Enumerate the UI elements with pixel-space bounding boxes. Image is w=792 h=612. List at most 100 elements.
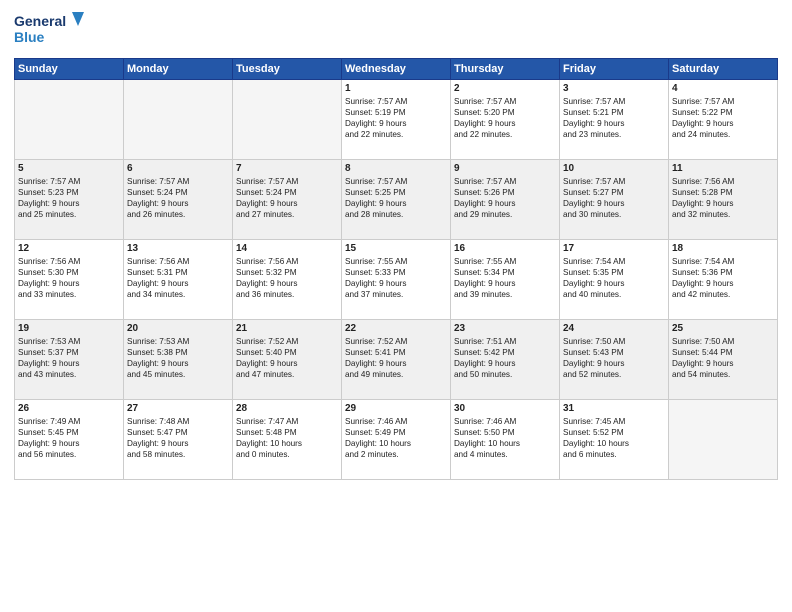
day-info: Sunrise: 7:47 AM Sunset: 5:48 PM Dayligh… <box>236 416 338 460</box>
day-info: Sunrise: 7:57 AM Sunset: 5:24 PM Dayligh… <box>236 176 338 220</box>
calendar-cell <box>669 400 778 480</box>
day-info: Sunrise: 7:55 AM Sunset: 5:34 PM Dayligh… <box>454 256 556 300</box>
day-info: Sunrise: 7:53 AM Sunset: 5:38 PM Dayligh… <box>127 336 229 380</box>
calendar-cell: 31 Sunrise: 7:45 AM Sunset: 5:52 PM Dayli… <box>560 400 669 480</box>
day-info: Sunrise: 7:50 AM Sunset: 5:43 PM Dayligh… <box>563 336 665 380</box>
day-info: Sunrise: 7:52 AM Sunset: 5:41 PM Dayligh… <box>345 336 447 380</box>
day-info: Sunrise: 7:56 AM Sunset: 5:30 PM Dayligh… <box>18 256 120 300</box>
day-number: 31 <box>563 403 665 414</box>
day-number: 10 <box>563 163 665 174</box>
day-number: 7 <box>236 163 338 174</box>
day-number: 16 <box>454 243 556 254</box>
week-row-4: 19 Sunrise: 7:53 AM Sunset: 5:37 PM Dayli… <box>15 320 778 400</box>
day-number: 12 <box>18 243 120 254</box>
calendar-cell: 23Sunrise: 7:51 AM Sunset: 5:42 PM Dayli… <box>451 320 560 400</box>
day-number: 4 <box>672 83 774 94</box>
weekday-header-friday: Friday <box>560 59 669 80</box>
day-number: 26 <box>18 403 120 414</box>
calendar-cell: 18 Sunrise: 7:54 AM Sunset: 5:36 PM Dayli… <box>669 240 778 320</box>
calendar-cell: 7 Sunrise: 7:57 AM Sunset: 5:24 PM Daylig… <box>233 160 342 240</box>
calendar-cell: 1 Sunrise: 7:57 AM Sunset: 5:19 PM Daylig… <box>342 80 451 160</box>
day-number: 2 <box>454 83 556 94</box>
day-number: 5 <box>18 163 120 174</box>
day-info: Sunrise: 7:53 AM Sunset: 5:37 PM Dayligh… <box>18 336 120 380</box>
calendar-cell: 25Sunrise: 7:50 AM Sunset: 5:44 PM Dayli… <box>669 320 778 400</box>
calendar-cell: 3 Sunrise: 7:57 AM Sunset: 5:21 PM Daylig… <box>560 80 669 160</box>
weekday-header-sunday: Sunday <box>15 59 124 80</box>
day-info: Sunrise: 7:56 AM Sunset: 5:32 PM Dayligh… <box>236 256 338 300</box>
day-number: 22 <box>345 323 447 334</box>
day-info: Sunrise: 7:57 AM Sunset: 5:21 PM Dayligh… <box>563 96 665 140</box>
week-row-3: 12 Sunrise: 7:56 AM Sunset: 5:30 PM Dayli… <box>15 240 778 320</box>
week-row-2: 5 Sunrise: 7:57 AM Sunset: 5:23 PM Daylig… <box>15 160 778 240</box>
day-info: Sunrise: 7:57 AM Sunset: 5:27 PM Dayligh… <box>563 176 665 220</box>
day-info: Sunrise: 7:46 AM Sunset: 5:49 PM Dayligh… <box>345 416 447 460</box>
weekday-header-monday: Monday <box>124 59 233 80</box>
day-info: Sunrise: 7:48 AM Sunset: 5:47 PM Dayligh… <box>127 416 229 460</box>
calendar-cell: 29Sunrise: 7:46 AM Sunset: 5:49 PM Dayli… <box>342 400 451 480</box>
day-number: 11 <box>672 163 774 174</box>
calendar-cell: 22 Sunrise: 7:52 AM Sunset: 5:41 PM Dayli… <box>342 320 451 400</box>
day-info: Sunrise: 7:57 AM Sunset: 5:26 PM Dayligh… <box>454 176 556 220</box>
day-number: 8 <box>345 163 447 174</box>
day-info: Sunrise: 7:54 AM Sunset: 5:35 PM Dayligh… <box>563 256 665 300</box>
day-number: 19 <box>18 323 120 334</box>
calendar-cell <box>15 80 124 160</box>
calendar-cell <box>233 80 342 160</box>
logo-svg: General Blue <box>14 10 84 50</box>
calendar-cell: 16 Sunrise: 7:55 AM Sunset: 5:34 PM Dayli… <box>451 240 560 320</box>
calendar-cell: 4 Sunrise: 7:57 AM Sunset: 5:22 PM Daylig… <box>669 80 778 160</box>
weekday-header-saturday: Saturday <box>669 59 778 80</box>
calendar-cell: 26 Sunrise: 7:49 AM Sunset: 5:45 PM Dayli… <box>15 400 124 480</box>
page: General Blue SundayMondayTuesdayWednesda… <box>0 0 792 612</box>
calendar-cell: 5 Sunrise: 7:57 AM Sunset: 5:23 PM Daylig… <box>15 160 124 240</box>
day-number: 20 <box>127 323 229 334</box>
day-number: 1 <box>345 83 447 94</box>
calendar-cell: 28 Sunrise: 7:47 AM Sunset: 5:48 PM Dayli… <box>233 400 342 480</box>
day-number: 6 <box>127 163 229 174</box>
day-info: Sunrise: 7:57 AM Sunset: 5:23 PM Dayligh… <box>18 176 120 220</box>
day-number: 15 <box>345 243 447 254</box>
day-info: Sunrise: 7:56 AM Sunset: 5:28 PM Dayligh… <box>672 176 774 220</box>
day-info: Sunrise: 7:57 AM Sunset: 5:22 PM Dayligh… <box>672 96 774 140</box>
calendar-cell: 13Sunrise: 7:56 AM Sunset: 5:31 PM Dayli… <box>124 240 233 320</box>
calendar-cell: 14Sunrise: 7:56 AM Sunset: 5:32 PM Dayli… <box>233 240 342 320</box>
day-info: Sunrise: 7:57 AM Sunset: 5:20 PM Dayligh… <box>454 96 556 140</box>
day-number: 3 <box>563 83 665 94</box>
day-info: Sunrise: 7:45 AM Sunset: 5:52 PM Dayligh… <box>563 416 665 460</box>
day-info: Sunrise: 7:57 AM Sunset: 5:24 PM Dayligh… <box>127 176 229 220</box>
day-info: Sunrise: 7:46 AM Sunset: 5:50 PM Dayligh… <box>454 416 556 460</box>
day-info: Sunrise: 7:51 AM Sunset: 5:42 PM Dayligh… <box>454 336 556 380</box>
day-info: Sunrise: 7:49 AM Sunset: 5:45 PM Dayligh… <box>18 416 120 460</box>
svg-text:Blue: Blue <box>14 29 45 45</box>
calendar-cell: 30 Sunrise: 7:46 AM Sunset: 5:50 PM Dayli… <box>451 400 560 480</box>
calendar-cell: 15 Sunrise: 7:55 AM Sunset: 5:33 PM Dayli… <box>342 240 451 320</box>
day-number: 28 <box>236 403 338 414</box>
day-info: Sunrise: 7:54 AM Sunset: 5:36 PM Dayligh… <box>672 256 774 300</box>
day-info: Sunrise: 7:52 AM Sunset: 5:40 PM Dayligh… <box>236 336 338 380</box>
day-info: Sunrise: 7:56 AM Sunset: 5:31 PM Dayligh… <box>127 256 229 300</box>
calendar-cell: 21 Sunrise: 7:52 AM Sunset: 5:40 PM Dayli… <box>233 320 342 400</box>
day-number: 9 <box>454 163 556 174</box>
weekday-header-tuesday: Tuesday <box>233 59 342 80</box>
calendar-cell: 19 Sunrise: 7:53 AM Sunset: 5:37 PM Dayli… <box>15 320 124 400</box>
calendar-cell: 6 Sunrise: 7:57 AM Sunset: 5:24 PM Daylig… <box>124 160 233 240</box>
calendar-cell: 17 Sunrise: 7:54 AM Sunset: 5:35 PM Dayli… <box>560 240 669 320</box>
day-number: 21 <box>236 323 338 334</box>
day-info: Sunrise: 7:55 AM Sunset: 5:33 PM Dayligh… <box>345 256 447 300</box>
day-info: Sunrise: 7:50 AM Sunset: 5:44 PM Dayligh… <box>672 336 774 380</box>
day-number: 30 <box>454 403 556 414</box>
calendar-cell: 20 Sunrise: 7:53 AM Sunset: 5:38 PM Dayli… <box>124 320 233 400</box>
week-row-5: 26 Sunrise: 7:49 AM Sunset: 5:45 PM Dayli… <box>15 400 778 480</box>
logo: General Blue <box>14 10 84 50</box>
week-row-1: 1 Sunrise: 7:57 AM Sunset: 5:19 PM Daylig… <box>15 80 778 160</box>
weekday-header-row: SundayMondayTuesdayWednesdayThursdayFrid… <box>15 59 778 80</box>
calendar-cell: 27Sunrise: 7:48 AM Sunset: 5:47 PM Dayli… <box>124 400 233 480</box>
day-number: 17 <box>563 243 665 254</box>
day-info: Sunrise: 7:57 AM Sunset: 5:19 PM Dayligh… <box>345 96 447 140</box>
day-number: 18 <box>672 243 774 254</box>
calendar-cell: 12 Sunrise: 7:56 AM Sunset: 5:30 PM Dayli… <box>15 240 124 320</box>
calendar-cell: 2 Sunrise: 7:57 AM Sunset: 5:20 PM Daylig… <box>451 80 560 160</box>
day-number: 24 <box>563 323 665 334</box>
calendar-cell: 11 Sunrise: 7:56 AM Sunset: 5:28 PM Dayli… <box>669 160 778 240</box>
